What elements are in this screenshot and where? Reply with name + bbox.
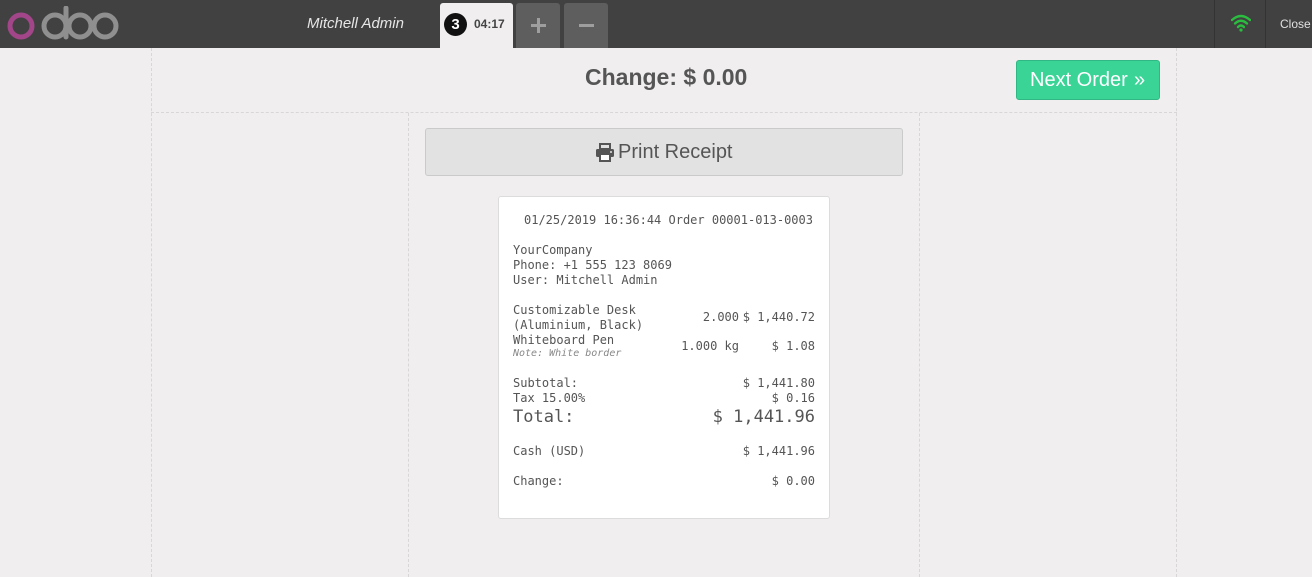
order-time: 04:17	[474, 17, 505, 31]
layout-divider	[408, 113, 409, 577]
receipt-line-name: Whiteboard Pen	[513, 333, 615, 347]
receipt-total-label: Total:	[513, 407, 575, 427]
top-bar: Mitchell Admin 3 04:17 Close	[0, 0, 1312, 48]
print-receipt-label: Print Receipt	[618, 141, 733, 163]
receipt-subtotal-value: $ 1,441.80	[742, 376, 815, 390]
receipt-line-name: Customizable Desk	[513, 303, 636, 317]
order-tab[interactable]: 3 04:17	[440, 3, 513, 48]
receipt-header: 01/25/2019 16:36:44 Order 00001-013-0003	[524, 213, 813, 227]
receipt-tax-value: $ 0.16	[771, 391, 815, 405]
receipt-change-label: Change:	[513, 474, 564, 488]
next-order-button[interactable]: Next Order »	[1016, 60, 1160, 100]
double-chevron-right-icon: »	[1134, 69, 1146, 91]
receipt-company: YourCompany	[513, 243, 593, 257]
receipt-tax-label: Tax 15.00%	[513, 391, 586, 405]
receipt: 01/25/2019 16:36:44 Order 00001-013-0003…	[498, 196, 830, 519]
receipt-user: User: Mitchell Admin	[513, 273, 658, 287]
user-name[interactable]: Mitchell Admin	[307, 15, 404, 32]
change-title: Change: $ 0.00	[585, 64, 748, 90]
receipt-line-qty: 1.000 kg	[681, 339, 739, 353]
close-button[interactable]: Close	[1280, 17, 1311, 31]
receipt-phone: Phone: +1 555 123 8069	[513, 258, 672, 272]
connection-status[interactable]	[1214, 0, 1266, 48]
odoo-logo	[7, 6, 119, 40]
layout-divider	[151, 48, 152, 577]
receipt-line-price: $ 1,440.72	[742, 310, 815, 324]
add-order-button[interactable]	[516, 3, 560, 48]
print-receipt-button[interactable]: Print Receipt	[425, 128, 903, 176]
layout-divider	[919, 113, 920, 577]
wifi-icon	[1231, 14, 1251, 32]
receipt-change-value: $ 0.00	[771, 474, 815, 488]
layout-divider	[151, 112, 1177, 113]
receipt-line-note: Note: White border	[513, 348, 622, 359]
receipt-cash-label: Cash (USD)	[513, 444, 586, 458]
receipt-total-value: $ 1,441.96	[712, 407, 815, 427]
receipt-subtotal-label: Subtotal:	[513, 376, 579, 390]
order-number-badge: 3	[444, 13, 467, 36]
next-order-label: Next Order	[1030, 69, 1128, 91]
receipt-line-variant: (Aluminium, Black)	[513, 318, 644, 332]
receipt-line-price: $ 1.08	[771, 339, 815, 353]
printer-icon	[596, 143, 614, 162]
remove-order-button[interactable]	[564, 3, 608, 48]
layout-divider	[1176, 48, 1177, 577]
receipt-cash-value: $ 1,441.96	[742, 444, 815, 458]
